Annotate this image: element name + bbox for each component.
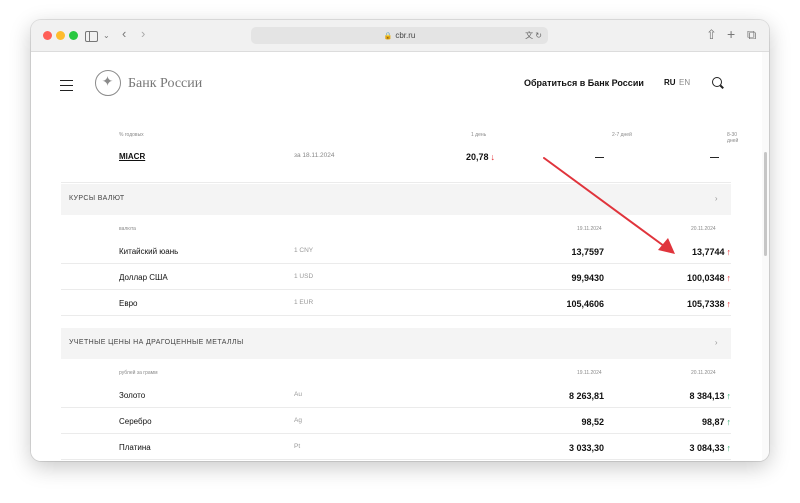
annotation-arrow bbox=[543, 157, 675, 254]
